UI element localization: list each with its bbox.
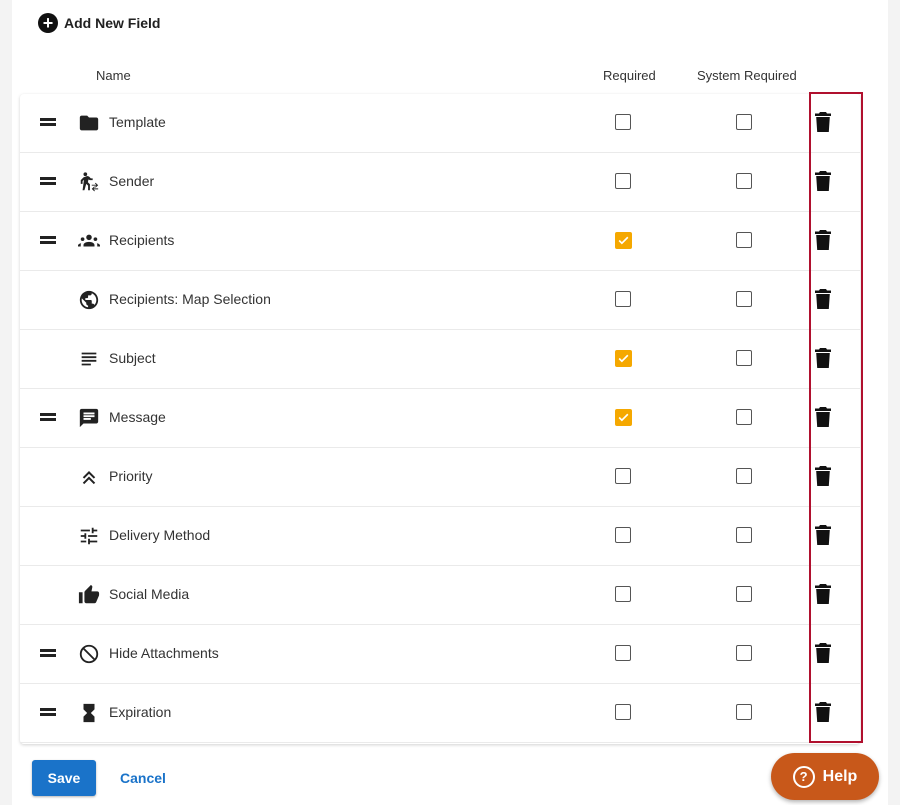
delete-icon[interactable] <box>815 230 831 250</box>
system-required-checkbox[interactable] <box>736 527 752 543</box>
required-checkbox[interactable] <box>615 409 632 426</box>
double-chevron-up-icon <box>77 465 101 489</box>
tune-icon <box>77 524 101 548</box>
delete-icon[interactable] <box>815 171 831 191</box>
column-header-required: Required <box>603 68 656 83</box>
subject-lines-icon <box>77 347 101 371</box>
delete-icon[interactable] <box>815 525 831 545</box>
hourglass-icon <box>77 701 101 725</box>
system-required-checkbox[interactable] <box>736 114 752 130</box>
required-checkbox[interactable] <box>615 291 631 307</box>
required-checkbox[interactable] <box>615 232 632 249</box>
cancel-button[interactable]: Cancel <box>112 760 174 796</box>
field-name: Priority <box>109 468 153 484</box>
required-checkbox[interactable] <box>615 645 631 661</box>
field-row: Delivery Method <box>20 507 860 566</box>
field-name: Recipients <box>109 232 175 248</box>
field-row: Recipients <box>20 212 860 271</box>
message-icon <box>77 406 101 430</box>
required-checkbox[interactable] <box>615 114 631 130</box>
required-checkbox[interactable] <box>615 586 631 602</box>
help-icon: ? <box>792 765 815 788</box>
delete-icon[interactable] <box>815 407 831 427</box>
field-name: Message <box>109 409 166 425</box>
field-row: Social Media <box>20 566 860 625</box>
field-name: Social Media <box>109 586 190 602</box>
field-name: Recipients: Map Selection <box>109 291 271 307</box>
required-checkbox[interactable] <box>615 350 632 367</box>
save-button[interactable]: Save <box>32 760 96 796</box>
add-new-field-button[interactable]: + Add New Field <box>38 12 160 34</box>
delete-icon[interactable] <box>815 643 831 663</box>
field-row: Subject <box>20 330 860 389</box>
field-name: Expiration <box>109 704 172 720</box>
field-name: Subject <box>109 350 156 366</box>
add-circle-icon: + <box>38 13 58 33</box>
column-header-name: Name <box>96 68 131 83</box>
field-name: Delivery Method <box>109 527 211 543</box>
system-required-checkbox[interactable] <box>736 586 752 602</box>
system-required-checkbox[interactable] <box>736 645 752 661</box>
field-row: Message <box>20 389 860 448</box>
system-required-checkbox[interactable] <box>736 704 752 720</box>
system-required-checkbox[interactable] <box>736 173 752 189</box>
folder-icon <box>77 111 101 135</box>
drag-handle-icon[interactable] <box>40 413 56 421</box>
delete-icon[interactable] <box>815 584 831 604</box>
field-row: Template <box>20 94 860 153</box>
required-checkbox[interactable] <box>615 173 631 189</box>
column-header-system-required: System Required <box>697 68 797 83</box>
drag-handle-icon[interactable] <box>40 708 56 716</box>
delete-icon[interactable] <box>815 466 831 486</box>
system-required-checkbox[interactable] <box>736 291 752 307</box>
field-name: Sender <box>109 173 155 189</box>
system-required-checkbox[interactable] <box>736 409 752 425</box>
field-row: Priority <box>20 448 860 507</box>
globe-icon <box>77 288 101 312</box>
thumbs-up-icon <box>77 583 101 607</box>
field-row: Hide Attachments <box>20 625 860 684</box>
system-required-checkbox[interactable] <box>736 468 752 484</box>
delete-icon[interactable] <box>815 112 831 132</box>
people-icon <box>77 229 101 253</box>
field-row: Recipients: Map Selection <box>20 271 860 330</box>
drag-handle-icon[interactable] <box>40 118 56 126</box>
drag-handle-icon[interactable] <box>40 649 56 657</box>
field-list: Template Sender Recipients Recipients: Map … <box>20 94 860 744</box>
required-checkbox[interactable] <box>615 527 631 543</box>
required-checkbox[interactable] <box>615 468 631 484</box>
delete-icon[interactable] <box>815 702 831 722</box>
field-row: Sender <box>20 153 860 212</box>
sender-icon <box>77 170 101 194</box>
add-new-field-label: Add New Field <box>64 15 161 31</box>
drag-handle-icon[interactable] <box>40 236 56 244</box>
field-row: Expiration <box>20 684 860 743</box>
system-required-checkbox[interactable] <box>736 232 752 248</box>
block-icon <box>77 642 101 666</box>
delete-icon[interactable] <box>815 348 831 368</box>
drag-handle-icon[interactable] <box>40 177 56 185</box>
system-required-checkbox[interactable] <box>736 350 752 366</box>
field-name: Hide Attachments <box>109 645 219 661</box>
help-label: Help <box>822 767 858 785</box>
delete-icon[interactable] <box>815 289 831 309</box>
required-checkbox[interactable] <box>615 704 631 720</box>
help-button[interactable]: ? Help <box>771 753 879 800</box>
field-name: Template <box>109 114 166 130</box>
